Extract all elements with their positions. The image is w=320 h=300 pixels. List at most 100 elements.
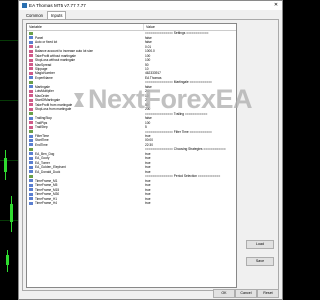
- value-cell[interactable]: true: [141, 134, 236, 138]
- value-cell[interactable]: true: [141, 197, 236, 201]
- value-cell[interactable]: =============== Trailing ============: [141, 112, 236, 116]
- variable-name: LotsMultiplier: [35, 89, 54, 94]
- variable-cell: [27, 147, 141, 151]
- variable-name: TrailStep: [35, 125, 48, 130]
- column-header-value[interactable]: Value: [144, 24, 155, 30]
- chart-candle: [6, 255, 9, 265]
- variable-name: EA_Ben_Dog: [35, 151, 55, 156]
- value-cell[interactable]: 462333917: [141, 71, 236, 75]
- value-cell[interactable]: 10: [141, 94, 236, 98]
- grid-rows: =============== Settings ============ Pan…: [27, 31, 236, 205]
- value-cell[interactable]: =============== Filter Time ============: [141, 130, 236, 134]
- value-cell[interactable]: false: [141, 36, 236, 40]
- numeric-type-icon: [29, 58, 33, 62]
- value-cell[interactable]: true: [141, 188, 236, 192]
- value-cell[interactable]: true: [141, 156, 236, 160]
- variable-name: TakeProfit without martingale: [35, 53, 76, 58]
- numeric-type-icon: [29, 107, 33, 111]
- text-type-icon: [29, 36, 33, 40]
- variable-name: Auto or fixed lot: [35, 40, 58, 45]
- value-cell[interactable]: true: [141, 201, 236, 205]
- numeric-type-icon: [29, 67, 33, 71]
- value-cell[interactable]: false: [141, 85, 236, 89]
- value-cell[interactable]: =============== Settings ============: [141, 31, 236, 35]
- text-type-icon: [29, 116, 33, 120]
- value-cell[interactable]: 5: [141, 125, 236, 129]
- value-cell[interactable]: true: [141, 161, 236, 165]
- variable-cell: EndTime: [27, 143, 141, 147]
- value-cell[interactable]: 22:30: [141, 143, 236, 147]
- value-cell[interactable]: 1000.0: [141, 49, 236, 53]
- value-cell[interactable]: true: [141, 165, 236, 169]
- separator-type-icon: [29, 130, 33, 134]
- reset-button[interactable]: Reset: [257, 289, 279, 298]
- value-cell[interactable]: true: [141, 192, 236, 196]
- parameter-row[interactable]: TimeFrame_H4 true: [27, 201, 236, 205]
- variable-name: MaxSpread: [35, 62, 52, 67]
- variable-name: EndTime: [35, 142, 48, 147]
- value-cell[interactable]: 200: [141, 107, 236, 111]
- variable-name: Lot: [35, 44, 40, 49]
- chart-candle: [10, 204, 13, 222]
- chart-right-strip: [283, 0, 300, 300]
- variable-cell: [27, 130, 141, 134]
- variable-name: Slippage: [35, 66, 48, 71]
- value-cell[interactable]: 10: [141, 67, 236, 71]
- variable-cell: TimeFrame_H4: [27, 201, 141, 205]
- dialog-titlebar[interactable]: EA Thomas MT5 v7.77 7.77 ✕: [19, 1, 282, 10]
- variable-cell: TakeProfit without martingale: [27, 54, 141, 58]
- variable-cell: [27, 174, 141, 178]
- inputs-grid[interactable]: Variable Value =============== Settings …: [26, 23, 237, 288]
- variable-name: Balance account to increase auto lot siz…: [35, 49, 93, 54]
- variable-cell: EA_Goofy: [27, 156, 141, 160]
- variable-name: StopLoss without martingale: [35, 58, 76, 63]
- value-cell[interactable]: 0.01: [141, 45, 236, 49]
- variable-name: MagicNumber: [35, 71, 55, 76]
- value-cell[interactable]: 50: [141, 103, 236, 107]
- value-cell[interactable]: true: [141, 179, 236, 183]
- separator-type-icon: [29, 112, 33, 116]
- variable-cell: FilterTime: [27, 134, 141, 138]
- value-cell[interactable]: 100: [141, 121, 236, 125]
- numeric-type-icon: [29, 103, 33, 107]
- value-cell[interactable]: true: [141, 183, 236, 187]
- value-cell[interactable]: 00:00: [141, 138, 236, 142]
- variable-name: EA_Donald_Duck: [35, 169, 61, 174]
- cancel-button[interactable]: Cancel: [235, 289, 257, 298]
- text-type-icon: [29, 192, 33, 196]
- ok-button[interactable]: OK: [213, 289, 235, 298]
- value-cell[interactable]: EA Thomas: [141, 76, 236, 80]
- save-button[interactable]: Save: [246, 257, 274, 266]
- tab-common[interactable]: Common: [22, 11, 47, 19]
- price-chart-background: [0, 0, 18, 300]
- text-type-icon: [29, 156, 33, 160]
- value-cell[interactable]: 100: [141, 58, 236, 62]
- variable-name: StartOfMartingale: [35, 98, 60, 103]
- tab-inputs[interactable]: Inputs: [47, 11, 67, 19]
- value-cell[interactable]: 100: [141, 54, 236, 58]
- value-cell[interactable]: false: [141, 40, 236, 44]
- column-header-variable[interactable]: Variable: [27, 24, 144, 30]
- close-icon[interactable]: ✕: [270, 1, 282, 10]
- value-cell[interactable]: =============== Period Selection =======…: [141, 174, 236, 178]
- variable-cell: [27, 112, 141, 116]
- variable-name: TimeFrame_H4: [35, 201, 58, 206]
- value-cell[interactable]: 50: [141, 63, 236, 67]
- separator-type-icon: [29, 174, 33, 178]
- variable-cell: Slippage: [27, 67, 141, 71]
- value-cell[interactable]: 2.0: [141, 89, 236, 93]
- variable-cell: MagicNumber: [27, 71, 141, 75]
- value-cell[interactable]: true: [141, 170, 236, 174]
- load-button[interactable]: Load: [246, 240, 274, 249]
- variable-name: EA_Goofy: [35, 156, 50, 161]
- value-cell[interactable]: false: [141, 116, 236, 120]
- value-cell[interactable]: =============== Martingale ============: [141, 80, 236, 84]
- value-cell[interactable]: 2: [141, 98, 236, 102]
- text-type-icon: [29, 40, 33, 44]
- variable-cell: TrailStep: [27, 125, 141, 129]
- text-type-icon: [29, 197, 33, 201]
- value-cell[interactable]: true: [141, 152, 236, 156]
- value-cell[interactable]: =============== Choosing Strategies ====…: [141, 147, 236, 151]
- variable-cell: StartOfMartingale: [27, 98, 141, 102]
- variable-cell: [27, 80, 141, 84]
